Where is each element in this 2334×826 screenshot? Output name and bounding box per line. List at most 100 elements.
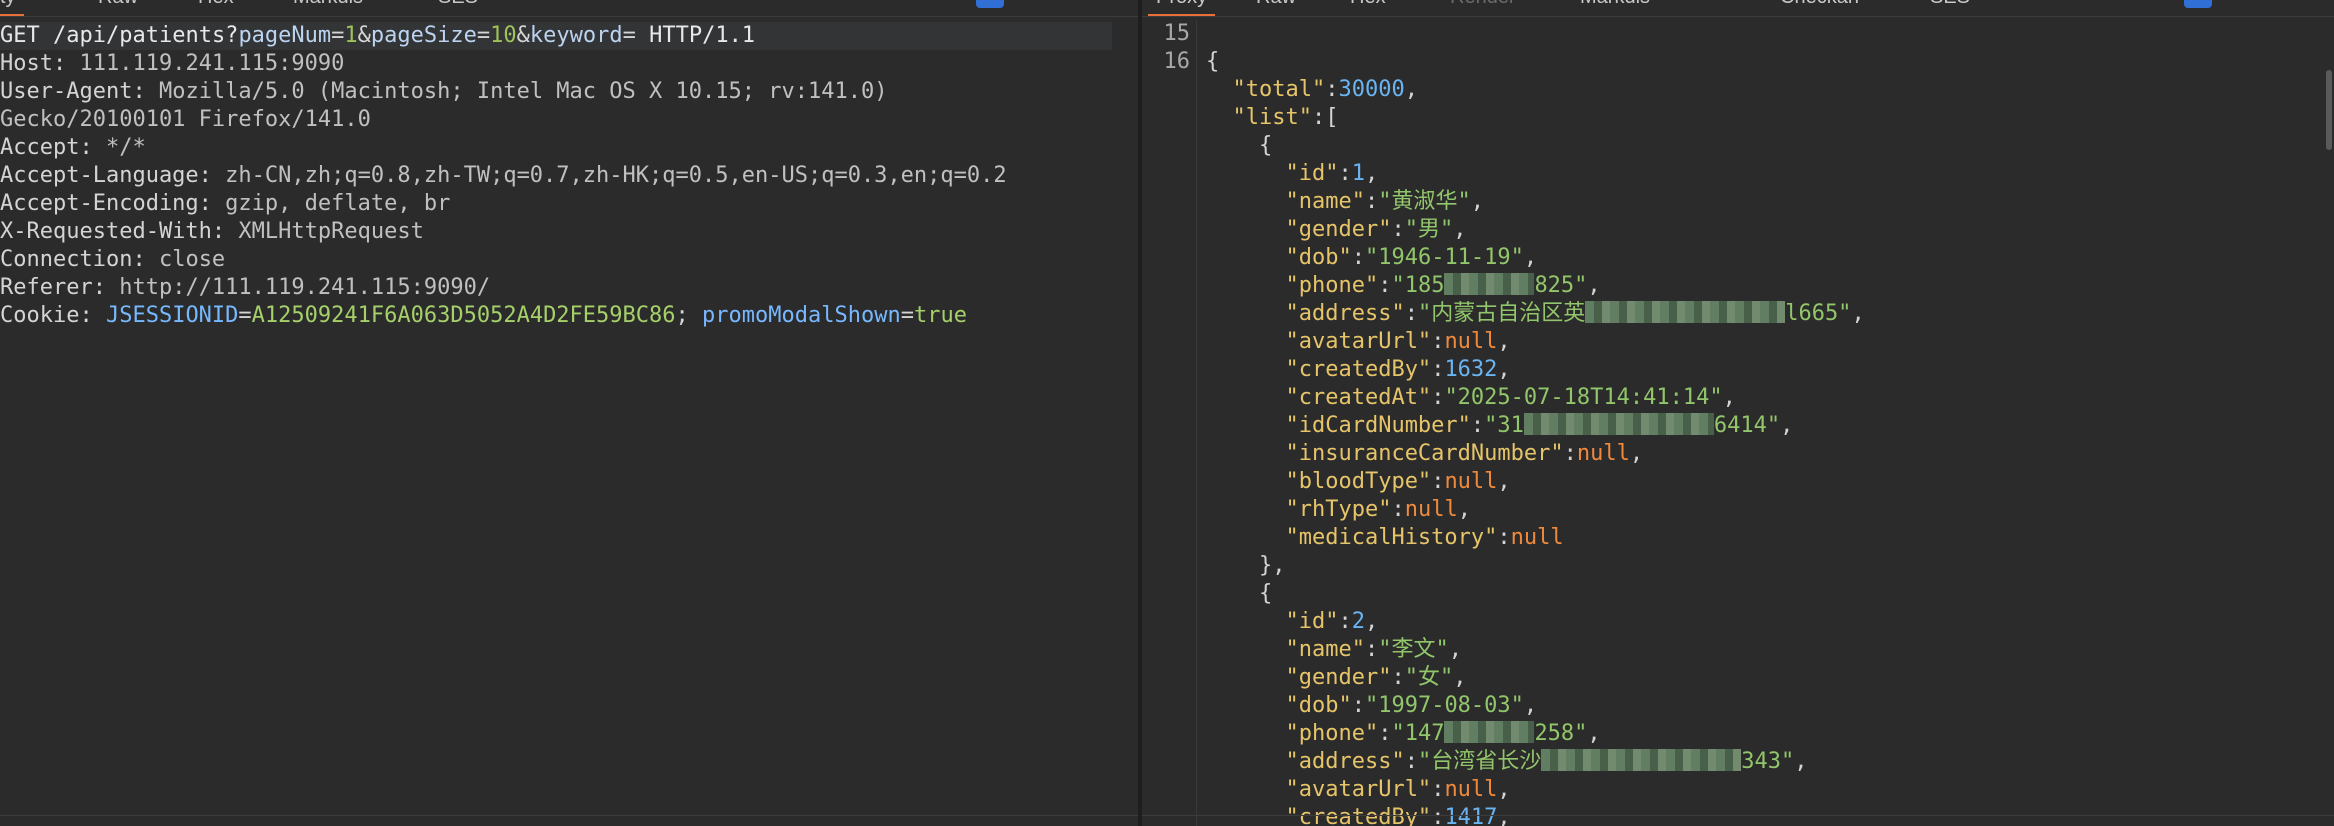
json-line: "idCardNumber":"31 6414",: [1285, 413, 1794, 438]
request-tab-bar: ty Raw Hex Markdis SES: [0, 0, 1138, 17]
json-line: "address":"台湾省长沙 343",: [1285, 749, 1808, 774]
json-key: "bloodType": [1285, 469, 1432, 494]
header-line: Gecko/20100101 Firefox/141.0: [0, 106, 1138, 134]
json-line: "name":"黄淑华",: [1285, 189, 1484, 214]
json-key: "createdBy": [1285, 357, 1432, 382]
json-key: "createdAt": [1285, 385, 1432, 410]
request-tab-4[interactable]: SES: [430, 0, 486, 14]
header-name: Referer:: [0, 275, 106, 300]
header-value: gzip, deflate, br: [225, 191, 451, 216]
json-string: "31: [1484, 413, 1524, 438]
http-method: GET: [0, 23, 40, 48]
header-line: X-Requested-With: XMLHttpRequest: [0, 218, 1138, 246]
json-line: "list":[: [1232, 105, 1339, 130]
request-line: GET /api/patients?pageNum=1&pageSize=10&…: [0, 22, 1112, 50]
response-pretty-toggle[interactable]: [2184, 0, 2212, 8]
json-key: "avatarUrl": [1285, 329, 1432, 354]
header-line: Host: 111.119.241.115:9090: [0, 50, 1138, 78]
header-value: zh-CN,zh;q=0.8,zh-TW;q=0.7,zh-HK;q=0.5,e…: [225, 163, 1007, 188]
header-name: Accept-Encoding:: [0, 191, 212, 216]
json-line: "phone":"147 258",: [1285, 721, 1601, 746]
query-param-name: keyword: [529, 23, 623, 48]
query-param-value: 1: [344, 23, 358, 48]
request-editor[interactable]: GET /api/patients?pageNum=1&pageSize=10&…: [0, 22, 1138, 330]
header-line: Referer: http://111.119.241.115:9090/: [0, 274, 1138, 302]
json-line: "medicalHistory":null: [1285, 525, 1564, 550]
json-string: "1946-11-19": [1364, 245, 1524, 270]
header-value: Mozilla/5.0 (Macintosh; Intel Mac OS X 1…: [158, 79, 888, 104]
json-key: "phone": [1285, 721, 1379, 746]
json-key: "id": [1285, 609, 1339, 634]
json-key: "medicalHistory": [1285, 525, 1498, 550]
json-key: "gender": [1285, 665, 1392, 690]
json-number: 2: [1351, 609, 1365, 634]
json-string: "1997-08-03": [1364, 693, 1524, 718]
line-number: 15: [1163, 21, 1191, 46]
json-string: "内蒙古自治区英: [1417, 301, 1586, 326]
header-name: Cookie:: [0, 303, 93, 328]
line-number-gutter: 15 16: [1142, 20, 1197, 826]
json-string: "黄淑华": [1378, 189, 1471, 214]
header-name: Connection:: [0, 247, 146, 272]
request-tab-3[interactable]: Markdis: [285, 0, 371, 14]
request-path: /api/patients?: [53, 23, 239, 48]
query-param-value: 10: [490, 23, 517, 48]
json-key: "name": [1285, 637, 1365, 662]
json-key: "insuranceCardNumber": [1285, 441, 1564, 466]
response-tab-2[interactable]: Hex: [1342, 0, 1394, 14]
request-pretty-toggle[interactable]: [976, 0, 1004, 8]
request-tab-1[interactable]: Raw: [90, 0, 146, 14]
response-pane[interactable]: ProxyRawHexRenderMarkdisCheckanSES 1516 …: [1142, 0, 2334, 826]
json-key: "list": [1232, 105, 1312, 130]
json-line: "insuranceCardNumber":null,: [1285, 441, 1644, 466]
response-tab-bar: Proxy Raw Hex Render Markdis Checkan SES: [1142, 0, 2334, 17]
json-key: "id": [1285, 161, 1339, 186]
json-string: "185: [1391, 273, 1445, 298]
json-string: "男": [1404, 217, 1454, 242]
json-number: 1632: [1444, 357, 1498, 382]
header-value: 111.119.241.115:9090: [79, 51, 345, 76]
header-value: */*: [105, 135, 146, 160]
request-tab-0[interactable]: ty: [0, 0, 24, 16]
response-tab-1[interactable]: Raw: [1248, 0, 1304, 14]
json-brace: {: [1206, 49, 1220, 74]
json-line: "address":"内蒙古自治区英 l665",: [1285, 301, 1865, 326]
json-null: null: [1576, 441, 1630, 466]
json-string: 6414": [1713, 413, 1781, 438]
response-tab-6[interactable]: SES: [1922, 0, 1978, 14]
json-string: "147: [1391, 721, 1445, 746]
response-tab-0[interactable]: Proxy: [1148, 0, 1216, 16]
request-tab-2[interactable]: Hex: [190, 0, 242, 14]
json-string: "台湾省长沙: [1417, 749, 1542, 774]
response-vertical-scrollbar[interactable]: [2326, 70, 2332, 150]
response-tab-3[interactable]: Render: [1442, 0, 1524, 14]
json-line: "name":"李文",: [1285, 637, 1462, 662]
header-name: Accept:: [0, 135, 93, 160]
json-string: 258": [1534, 721, 1588, 746]
json-brace: {: [1258, 581, 1273, 606]
request-horizontal-scrollbar[interactable]: [0, 815, 1138, 826]
cookie-name: promoModalShown: [702, 303, 901, 328]
json-key: "rhType": [1285, 497, 1392, 522]
json-line: "total":30000,: [1232, 77, 1418, 102]
header-line: Accept-Encoding: gzip, deflate, br: [0, 190, 1138, 218]
header-value: XMLHttpRequest: [238, 219, 424, 244]
response-editor[interactable]: { "total":30000, "list":[ { "id":1, "nam…: [1206, 20, 2314, 826]
json-line: "createdBy":1632,: [1285, 357, 1511, 382]
redacted-mosaic: [1585, 301, 1786, 323]
json-brace: {: [1258, 133, 1273, 158]
json-key: "name": [1285, 189, 1365, 214]
response-horizontal-scrollbar[interactable]: [1142, 815, 2334, 826]
header-line: Accept-Language: zh-CN,zh;q=0.8,zh-TW;q=…: [0, 162, 1138, 190]
json-line: "avatarUrl":null,: [1285, 777, 1511, 802]
header-name: X-Requested-With:: [0, 219, 226, 244]
cookie-value: A12509241F6A063D5052A4D2FE59BC86: [251, 303, 676, 328]
response-tab-4[interactable]: Markdis: [1572, 0, 1658, 14]
response-tab-5[interactable]: Checkan: [1772, 0, 1867, 14]
json-string: "李文": [1378, 637, 1449, 662]
json-line: "phone":"185 825",: [1285, 273, 1601, 298]
request-pane[interactable]: ty Raw Hex Markdis SES GET /api/patients?pag…: [0, 0, 1138, 826]
json-line: "dob":"1946-11-19",: [1285, 245, 1538, 270]
json-line: "id":2,: [1285, 609, 1379, 634]
json-null: null: [1444, 329, 1498, 354]
